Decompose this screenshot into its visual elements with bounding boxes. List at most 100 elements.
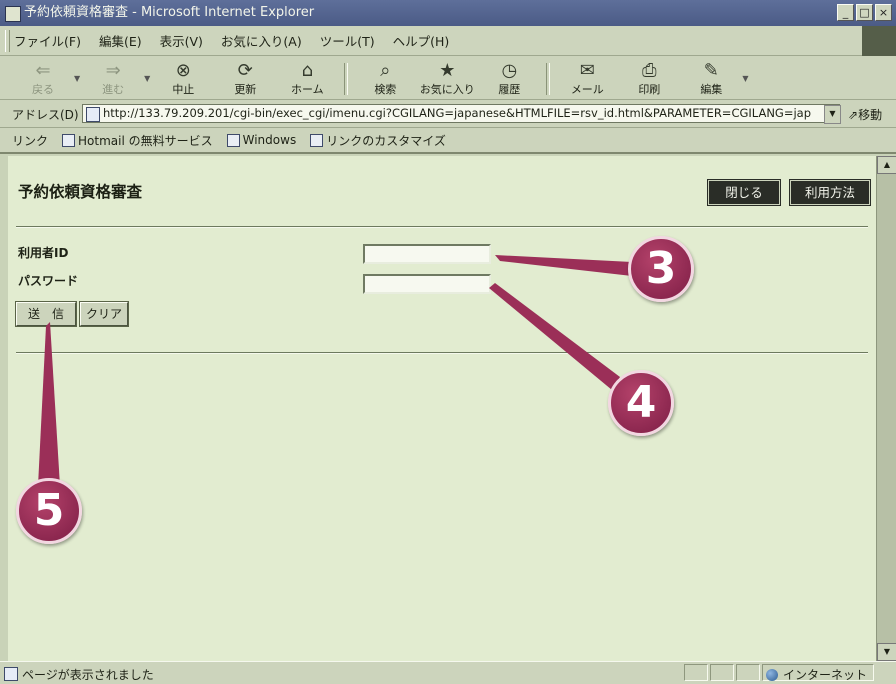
link-customize[interactable]: リンクのカスタマイズ — [310, 132, 446, 149]
links-label: リンク — [12, 133, 49, 148]
search-label: 検索 — [374, 83, 397, 96]
clear-button[interactable]: クリア — [79, 301, 129, 327]
edit-button[interactable]: ✎ 編集 — [680, 57, 742, 99]
history-icon: ◷ — [501, 60, 518, 81]
user-id-input[interactable] — [363, 244, 491, 264]
link-windows[interactable]: Windows — [226, 133, 297, 147]
menu-view[interactable]: 表示(V) — [160, 31, 203, 50]
submit-button[interactable]: 送 信 — [15, 301, 77, 327]
page-done-icon — [4, 667, 18, 681]
go-button[interactable]: ⇗移動 — [848, 106, 882, 123]
zone-label: インターネット — [783, 668, 868, 682]
address-dropdown-icon[interactable]: ▼ — [824, 105, 841, 124]
vertical-scrollbar[interactable]: ▲ ▼ — [876, 156, 896, 661]
link-page-icon — [226, 133, 240, 147]
print-label: 印刷 — [638, 83, 661, 96]
edit-label: 編集 — [700, 83, 723, 96]
status-text: ページが表示されました — [22, 668, 154, 682]
page-icon — [86, 107, 100, 122]
menu-tools[interactable]: ツール(T) — [320, 31, 375, 50]
password-input[interactable] — [363, 274, 491, 294]
window-title: 予約依頼資格審査 - Microsoft Internet Explorer — [24, 5, 315, 20]
link-windows-label: Windows — [242, 133, 297, 147]
address-input[interactable]: http://133.79.209.201/cgi-bin/exec_cgi/i… — [82, 104, 840, 123]
divider — [16, 352, 868, 354]
restore-button[interactable]: □ — [856, 4, 873, 21]
internet-globe-icon — [766, 668, 778, 681]
back-dropdown-icon[interactable]: ▼ — [74, 74, 80, 83]
forward-button[interactable]: ⇒ 進む — [82, 57, 144, 99]
home-icon: ⌂ — [301, 60, 314, 81]
password-label: パスワード — [18, 274, 79, 288]
menu-edit[interactable]: 編集(E) — [99, 31, 142, 50]
link-page-icon — [310, 133, 324, 147]
favorites-folder-icon: ★ — [439, 60, 456, 81]
link-hotmail[interactable]: Hotmail の無料サービス — [62, 132, 213, 149]
ie-page-icon — [5, 6, 21, 22]
page-title: 予約依頼資格審査 — [18, 183, 143, 201]
links-bar: リンク Hotmail の無料サービス Windows リンクのカスタマイズ — [0, 128, 896, 154]
minimize-button[interactable]: _ — [837, 4, 854, 21]
scroll-up-icon[interactable]: ▲ — [877, 156, 896, 174]
go-arrow-icon: ⇗ — [848, 108, 859, 122]
title-bar: 予約依頼資格審査 - Microsoft Internet Explorer _… — [0, 0, 896, 26]
refresh-button[interactable]: ⟳ 更新 — [214, 57, 276, 99]
history-label: 履歴 — [498, 83, 521, 96]
close-page-button[interactable]: 閉じる — [707, 179, 781, 206]
address-label: アドレス(D) — [12, 108, 79, 122]
back-arrow-icon: ⇐ — [35, 60, 51, 81]
stop-icon: ⊗ — [175, 60, 191, 81]
menu-bar: ファイル(F) 編集(E) 表示(V) お気に入り(A) ツール(T) ヘルプ(… — [0, 26, 896, 56]
forward-dropdown-icon[interactable]: ▼ — [144, 74, 150, 83]
status-bar: ページが表示されました インターネット — [0, 661, 896, 684]
address-bar: アドレス(D) http://133.79.209.201/cgi-bin/ex… — [0, 100, 896, 128]
forward-label: 進む — [102, 83, 125, 96]
refresh-icon: ⟳ — [237, 60, 253, 81]
page-content: 予約依頼資格審査 閉じる 利用方法 利用者ID パスワード 送 信 クリア — [8, 156, 876, 661]
menu-file[interactable]: ファイル(F) — [14, 31, 81, 50]
status-panel — [684, 664, 708, 681]
more-dropdown-icon[interactable]: ▼ — [742, 74, 748, 83]
link-hotmail-label: Hotmail の無料サービス — [78, 133, 213, 148]
home-button[interactable]: ⌂ ホーム — [276, 57, 338, 99]
standard-toolbar: ⇐ 戻る ▼ ⇒ 進む ▼ ⊗ 中止 ⟳ 更新 ⌂ ホーム ⌕ 検索 ★ お気に… — [0, 56, 896, 100]
back-label: 戻る — [32, 83, 54, 96]
user-id-label: 利用者ID — [18, 246, 69, 260]
help-button[interactable]: 利用方法 — [789, 179, 871, 206]
menu-help[interactable]: ヘルプ(H) — [393, 31, 450, 50]
history-button[interactable]: ◷ 履歴 — [478, 57, 540, 99]
callout-3-badge: 3 — [628, 236, 694, 302]
print-button[interactable]: ⎙ 印刷 — [618, 57, 680, 99]
favorites-button[interactable]: ★ お気に入り — [416, 57, 478, 99]
stop-label: 中止 — [172, 83, 195, 96]
callout-5-badge: 5 — [16, 478, 82, 544]
status-panel — [736, 664, 760, 681]
go-label: 移動 — [858, 108, 883, 122]
edit-pencil-icon: ✎ — [703, 60, 719, 81]
stop-button[interactable]: ⊗ 中止 — [152, 57, 214, 99]
divider — [16, 226, 868, 228]
toolbar-separator — [546, 63, 551, 95]
menu-grip — [5, 30, 10, 52]
toolbar-separator — [344, 63, 349, 95]
link-page-icon — [62, 133, 76, 147]
address-url: http://133.79.209.201/cgi-bin/exec_cgi/i… — [103, 106, 812, 120]
mail-button[interactable]: ✉ メール — [556, 57, 618, 99]
link-customize-label: リンクのカスタマイズ — [326, 133, 446, 148]
favorites-label: お気に入り — [419, 83, 475, 96]
home-label: ホーム — [290, 83, 324, 96]
close-window-button[interactable]: × — [875, 4, 892, 21]
menu-favorites[interactable]: お気に入り(A) — [221, 31, 302, 50]
scroll-down-icon[interactable]: ▼ — [877, 643, 896, 661]
refresh-label: 更新 — [234, 83, 257, 96]
status-panel — [710, 664, 734, 681]
forward-arrow-icon: ⇒ — [105, 60, 121, 81]
search-button[interactable]: ⌕ 検索 — [354, 57, 416, 99]
windows-logo-icon — [862, 26, 896, 56]
security-zone: インターネット — [766, 666, 867, 683]
back-button[interactable]: ⇐ 戻る — [12, 57, 74, 99]
printer-icon: ⎙ — [642, 60, 657, 81]
callout-4-badge: 4 — [608, 370, 674, 436]
mail-label: メール — [570, 83, 604, 96]
mail-icon: ✉ — [579, 60, 595, 81]
